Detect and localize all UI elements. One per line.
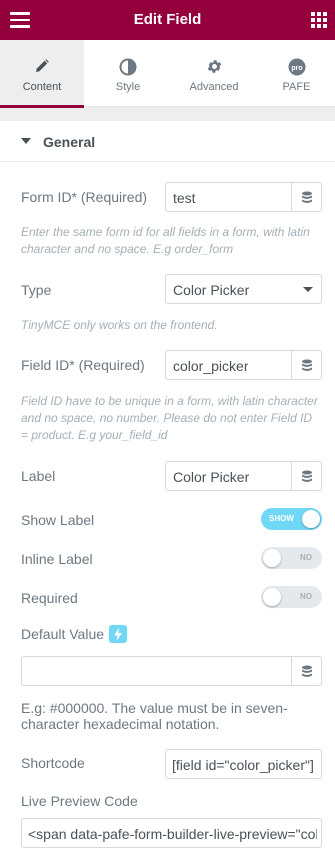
toggle-state-text: SHOW xyxy=(269,514,294,523)
field-id-description: Field ID have to be unique in a form, wi… xyxy=(21,394,318,442)
required-toggle[interactable]: NO xyxy=(261,586,322,608)
panel-title: Edit Field xyxy=(133,11,202,28)
live-preview-label: Live Preview Code xyxy=(21,793,138,809)
panel-header: Edit Field xyxy=(0,0,335,40)
type-selected-value: Color Picker xyxy=(173,282,250,298)
required-label: Required xyxy=(21,590,78,606)
shortcode-label: Shortcode xyxy=(21,755,85,771)
tab-pafe-label: PAFE xyxy=(282,81,311,93)
dynamic-tags-database-icon[interactable] xyxy=(291,657,321,685)
tab-content-label: Content xyxy=(22,81,62,93)
caret-down-icon xyxy=(21,138,31,144)
tab-pafe[interactable]: pro PAFE xyxy=(258,40,335,107)
default-value-label: Default Value xyxy=(21,626,105,642)
toggle-knob xyxy=(302,510,320,528)
inline-label-toggle[interactable]: NO xyxy=(261,547,322,569)
default-value-input[interactable] xyxy=(21,656,322,686)
type-select[interactable]: Color Picker xyxy=(165,274,322,304)
toggle-state-text: NO xyxy=(300,553,312,562)
half-circle-style-icon xyxy=(86,58,170,76)
form-id-label: Form ID* (Required) xyxy=(21,189,148,205)
toggle-state-text: NO xyxy=(300,592,312,601)
form-id-description: Enter the same form id for all fields in… xyxy=(21,225,310,256)
section-title: General xyxy=(43,134,96,150)
tab-bar: Content Style Advanced pro PAFE xyxy=(0,40,335,108)
toggle-knob xyxy=(263,588,281,606)
pencil-icon xyxy=(0,58,84,76)
show-label-label: Show Label xyxy=(21,512,95,528)
field-id-label: Field ID* (Required) xyxy=(21,357,145,373)
tab-style-label: Style xyxy=(115,81,141,93)
dynamic-tags-database-icon[interactable] xyxy=(291,462,321,490)
inline-label-label: Inline Label xyxy=(21,551,93,567)
dynamic-tags-database-icon[interactable] xyxy=(291,351,321,379)
shortcode-input[interactable]: [field id="color_picker"] xyxy=(165,749,322,779)
label-input[interactable]: Color Picker xyxy=(165,461,322,491)
tab-style[interactable]: Style xyxy=(86,40,170,107)
label-field-label: Label xyxy=(21,468,56,484)
dynamic-tag-bolt-icon[interactable] xyxy=(109,625,127,643)
tab-advanced-label: Advanced xyxy=(189,81,239,93)
chevron-down-icon xyxy=(303,287,313,292)
shortcode-value: [field id="color_picker"] xyxy=(172,757,314,773)
gear-icon xyxy=(172,58,256,76)
type-label: Type xyxy=(21,282,52,298)
field-id-input[interactable]: color_picker xyxy=(165,350,322,380)
form-id-value: test xyxy=(173,190,196,206)
label-value: Color Picker xyxy=(173,469,250,485)
svg-text:pro: pro xyxy=(291,65,302,72)
section-general-toggle[interactable]: General xyxy=(0,121,335,162)
widgets-grid-icon[interactable] xyxy=(311,12,327,28)
form-id-input[interactable]: test xyxy=(165,182,322,212)
type-description: TinyMCE only works on the frontend. xyxy=(21,318,218,332)
dynamic-tags-database-icon[interactable] xyxy=(291,183,321,211)
pafe-logo-icon: pro xyxy=(258,58,335,76)
tab-content[interactable]: Content xyxy=(0,40,84,108)
toggle-knob xyxy=(263,549,281,567)
live-preview-input[interactable]: <span data-pafe-form-builder-live-previe… xyxy=(21,818,322,848)
show-label-toggle[interactable]: SHOW xyxy=(261,508,322,530)
live-preview-value: <span data-pafe-form-builder-live-previe… xyxy=(28,826,317,842)
tab-advanced[interactable]: Advanced xyxy=(172,40,256,107)
default-value-description: E.g: #000000. The value must be in seven… xyxy=(21,700,288,732)
field-id-value: color_picker xyxy=(173,358,249,374)
